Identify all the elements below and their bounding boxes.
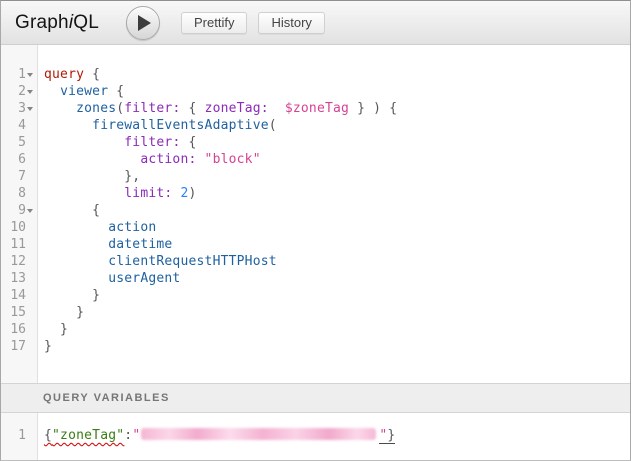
code-line[interactable]: 6 action: "block": [1, 151, 630, 168]
fold-arrow-icon[interactable]: [27, 107, 33, 111]
fold-arrow-icon[interactable]: [27, 209, 33, 213]
line-number: 14: [10, 287, 26, 304]
line-number: 5: [18, 134, 26, 151]
toolbar: GraphiQL Prettify History: [1, 1, 630, 45]
code-line[interactable]: 12 clientRequestHTTPHost: [1, 253, 630, 270]
line-number: 3: [18, 100, 26, 117]
code-line[interactable]: 16 }: [1, 321, 630, 338]
app-title: GraphiQL: [15, 12, 99, 34]
line-number: 17: [10, 338, 26, 355]
code-line[interactable]: 17}: [1, 338, 630, 355]
line-number: 2: [18, 83, 26, 100]
line-number: 15: [10, 304, 26, 321]
code-lines: 1query {2 viewer {3 zones(filter: { zone…: [1, 45, 630, 355]
graphiql-window: GraphiQL Prettify History 1query {2 view…: [0, 0, 631, 461]
variables-line-number: 1: [18, 427, 26, 444]
line-number: 4: [18, 117, 26, 134]
query-variables-title: QUERY VARIABLES: [43, 392, 170, 404]
matching-bracket: "}: [379, 428, 395, 444]
line-number: 11: [10, 236, 26, 253]
fold-arrow-icon[interactable]: [27, 73, 33, 77]
code-line[interactable]: 1query {: [1, 66, 630, 83]
code-line[interactable]: 2 viewer {: [1, 83, 630, 100]
history-button[interactable]: History: [258, 12, 324, 34]
line-number: 7: [18, 168, 26, 185]
code-line[interactable]: 4 firewallEventsAdaptive(: [1, 117, 630, 134]
line-number: 1: [18, 66, 26, 83]
line-number: 8: [18, 185, 26, 202]
code-line[interactable]: 13 userAgent: [1, 270, 630, 287]
line-number: 13: [10, 270, 26, 287]
code-line[interactable]: 3 zones(filter: { zoneTag: $zoneTag } ) …: [1, 100, 630, 117]
code-line[interactable]: 7 },: [1, 168, 630, 185]
variables-editor[interactable]: 1 {"zoneTag":""}: [1, 413, 630, 460]
query-variables-header[interactable]: QUERY VARIABLES: [1, 383, 630, 413]
line-number: 6: [18, 151, 26, 168]
prettify-button[interactable]: Prettify: [181, 12, 247, 34]
code-line[interactable]: 5 filter: {: [1, 134, 630, 151]
line-number: 12: [10, 253, 26, 270]
redacted-zone-id-value: [141, 428, 376, 440]
code-line[interactable]: 9 {: [1, 202, 630, 219]
lint-underline: {"zoneTag": [44, 428, 124, 443]
play-icon: [138, 15, 151, 31]
code-line[interactable]: 10 action: [1, 219, 630, 236]
code-line[interactable]: 8 limit: 2): [1, 185, 630, 202]
code-line[interactable]: 11 datetime: [1, 236, 630, 253]
json-property-zonetag: "zoneTag": [52, 428, 124, 443]
line-number: 16: [10, 321, 26, 338]
code-line[interactable]: 14 }: [1, 287, 630, 304]
code-line[interactable]: 15 }: [1, 304, 630, 321]
fold-arrow-icon[interactable]: [27, 90, 33, 94]
line-number: 9: [18, 202, 26, 219]
query-editor[interactable]: 1query {2 viewer {3 zones(filter: { zone…: [1, 45, 630, 383]
execute-button[interactable]: [126, 6, 160, 40]
line-number: 10: [10, 219, 26, 236]
variables-line[interactable]: 1 {"zoneTag":""}: [1, 427, 630, 444]
